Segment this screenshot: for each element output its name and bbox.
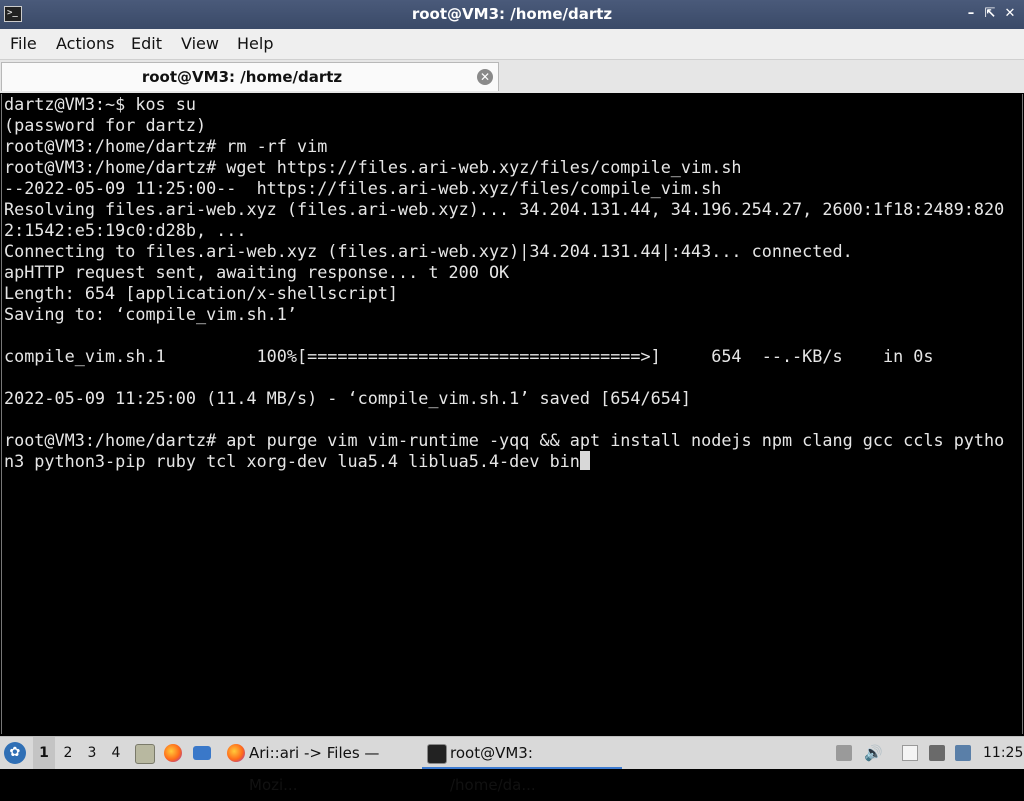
task-terminal[interactable]: root@VM3: /home/da... xyxy=(422,737,622,794)
close-icon[interactable]: ✕ xyxy=(477,69,493,85)
volume-icon[interactable]: 🔊 xyxy=(864,745,883,761)
close-button[interactable]: ✕ xyxy=(1001,4,1019,24)
desktop-icon[interactable] xyxy=(193,746,211,760)
menu-file[interactable]: File xyxy=(10,34,37,53)
terminal-line: root@VM3:/home/dartz# rm -rf vim xyxy=(4,136,328,156)
text-cursor xyxy=(579,451,590,470)
terminal-line: Resolving files.ari-web.xyz (files.ari-w… xyxy=(4,199,1005,219)
menu-view[interactable]: View xyxy=(181,34,219,53)
terminal-line: Saving to: ‘compile_vim.sh.1’ xyxy=(4,304,297,324)
maximize-button[interactable]: ⇱ xyxy=(981,4,999,24)
firefox-icon[interactable] xyxy=(164,744,182,762)
workspace-3[interactable]: 3 xyxy=(81,737,103,769)
window-title: root@VM3: /home/dartz xyxy=(411,5,613,23)
clipboard-icon[interactable] xyxy=(902,745,918,761)
terminal-input-line[interactable]: n3 python3-pip ruby tcl xorg-dev lua5.4 … xyxy=(4,451,590,471)
terminal-line: apHTTP request sent, awaiting response..… xyxy=(4,262,510,282)
terminal-output[interactable]: dartz@VM3:~$ kos su (password for dartz)… xyxy=(1,94,1023,734)
screenshot-icon[interactable] xyxy=(836,745,852,761)
terminal-line: 2:1542:e5:19c0:d28b, ... xyxy=(4,220,247,240)
terminal-line: (password for dartz) xyxy=(4,115,207,135)
terminal-icon xyxy=(427,744,447,764)
terminal-line: n3 python3-pip ruby tcl xorg-dev lua5.4 … xyxy=(4,451,580,471)
menu-actions[interactable]: Actions xyxy=(56,34,114,53)
file-manager-icon[interactable] xyxy=(135,744,155,764)
workspace-2[interactable]: 2 xyxy=(57,737,79,769)
menubar: File Actions Edit View Help xyxy=(0,29,1024,60)
terminal-line: root@VM3:/home/dartz# apt purge vim vim-… xyxy=(4,430,1005,450)
terminal-line: Length: 654 [application/x-shellscript] xyxy=(4,283,399,303)
taskbar: ✿ 1 2 3 4 Ari::ari -> Files — Mozi... ro… xyxy=(0,736,1024,794)
task-label: Ari::ari -> Files — Mozi... xyxy=(249,744,380,794)
terminal-line: dartz@VM3:~$ kos su xyxy=(4,94,196,114)
terminal-line: --2022-05-09 11:25:00-- https://files.ar… xyxy=(4,178,722,198)
clock[interactable]: 11:25 xyxy=(983,737,1023,769)
terminal-line: root@VM3:/home/dartz# wget https://files… xyxy=(4,157,742,177)
minimize-button[interactable]: – xyxy=(962,4,980,24)
menu-help[interactable]: Help xyxy=(237,34,273,53)
app-menu-icon[interactable]: ✿ xyxy=(4,742,26,764)
firefox-icon xyxy=(227,744,245,762)
terminal-line: Connecting to files.ari-web.xyz (files.a… xyxy=(4,241,853,261)
menu-edit[interactable]: Edit xyxy=(131,34,162,53)
workspace-1[interactable]: 1 xyxy=(33,737,55,769)
task-label: root@VM3: /home/da... xyxy=(450,744,536,794)
monitor-icon[interactable] xyxy=(955,745,971,761)
workspace-4[interactable]: 4 xyxy=(105,737,127,769)
tab-bar: root@VM3: /home/dartz ✕ xyxy=(0,60,1024,93)
network-icon[interactable] xyxy=(929,745,945,761)
tab-terminal[interactable]: root@VM3: /home/dartz ✕ xyxy=(1,62,499,91)
task-firefox[interactable]: Ari::ari -> Files — Mozi... xyxy=(224,737,420,794)
tab-label: root@VM3: /home/dartz xyxy=(141,68,343,86)
window-titlebar[interactable]: >_ root@VM3: /home/dartz – ⇱ ✕ xyxy=(0,0,1024,29)
terminal-line: 2022-05-09 11:25:00 (11.4 MB/s) - ‘compi… xyxy=(4,388,692,408)
terminal-line: compile_vim.sh.1 100%[==================… xyxy=(4,346,934,366)
